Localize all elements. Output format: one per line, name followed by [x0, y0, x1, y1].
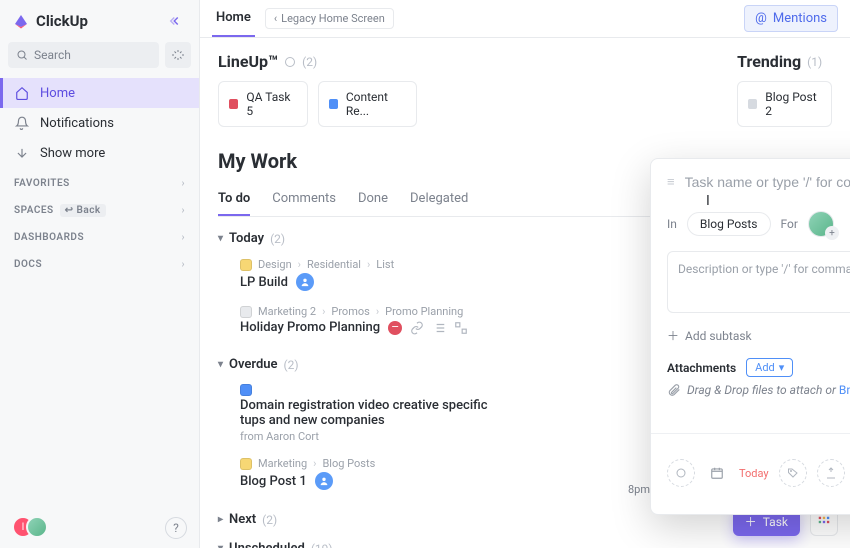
topbar: Home ‹ Legacy Home Screen @ Mentions — [200, 0, 850, 38]
chevron-down-icon: ▾ — [779, 361, 785, 374]
lineup-card[interactable]: QA Task 5 — [218, 81, 308, 127]
description-input[interactable]: Description or type '/' for commands — [667, 251, 850, 313]
group-unscheduled[interactable]: ▾Unscheduled (19) — [218, 541, 832, 548]
bell-icon — [14, 115, 30, 131]
main: Home ‹ Legacy Home Screen @ Mentions Lin… — [200, 0, 850, 548]
sidebar: ClickUp Search Home Notifications — [0, 0, 200, 548]
browse-link[interactable]: Browse — [839, 383, 850, 397]
help-button[interactable]: ? — [165, 517, 187, 539]
topbar-home-tab[interactable]: Home — [212, 0, 255, 37]
assignee-avatar[interactable]: + — [808, 211, 834, 237]
chevron-right-icon: › — [181, 259, 185, 270]
nav-show-more[interactable]: Show more — [0, 138, 199, 168]
drop-hint: Drag & Drop files to attach or Browse — [667, 383, 850, 397]
tag-picker[interactable] — [779, 459, 807, 487]
chevron-left-icon: ‹ — [274, 12, 277, 25]
chevron-right-icon: › — [181, 178, 185, 189]
tab-done[interactable]: Done — [358, 183, 388, 216]
today-label[interactable]: Today — [739, 467, 769, 480]
lineup-title: LineUp™ (2) — [218, 52, 417, 71]
plus-icon: ＋ — [667, 327, 679, 344]
nav-home[interactable]: Home — [0, 78, 199, 108]
in-label: In — [667, 217, 677, 231]
in-list-chip[interactable]: Blog Posts — [687, 212, 771, 236]
collapse-sidebar-button[interactable] — [165, 10, 187, 32]
tab-comments[interactable]: Comments — [272, 183, 336, 216]
grid-icon — [817, 515, 831, 529]
back-chip[interactable]: ↩ Back — [60, 204, 106, 217]
info-icon — [284, 56, 296, 68]
section-docs[interactable]: DOCS › — [0, 249, 199, 276]
search-input[interactable]: Search — [8, 42, 159, 68]
arrow-down-icon — [14, 145, 30, 161]
status-square — [329, 99, 338, 109]
brand-logo: ClickUp — [12, 12, 88, 30]
section-dashboards[interactable]: DASHBOARDS › — [0, 222, 199, 249]
status-square — [748, 99, 757, 109]
add-subtask-button[interactable]: ＋Add subtask — [667, 327, 752, 344]
at-icon: @ — [755, 11, 767, 26]
tab-todo[interactable]: To do — [218, 183, 250, 216]
trending-card[interactable]: Blog Post 2 — [737, 81, 832, 127]
paperclip-icon — [667, 383, 681, 397]
date-picker[interactable] — [705, 466, 729, 480]
home-icon — [14, 85, 30, 101]
plus-icon: ＋ — [745, 513, 757, 530]
tab-delegated[interactable]: Delegated — [410, 183, 468, 216]
priority-picker[interactable] — [817, 459, 845, 487]
lineup-card[interactable]: Content Re... — [318, 81, 417, 127]
add-attachment-button[interactable]: Add▾ — [746, 358, 793, 377]
assignee-pill — [315, 472, 333, 490]
magnifier-icon — [16, 49, 28, 61]
mentions-button[interactable]: @ Mentions — [744, 5, 838, 32]
task-name-input[interactable] — [685, 174, 850, 190]
user-avatar-stack[interactable]: I — [12, 516, 52, 540]
attachments-label: Attachments — [667, 361, 736, 375]
legacy-home-button[interactable]: ‹ Legacy Home Screen — [265, 8, 394, 29]
clickup-logo-icon — [12, 12, 30, 30]
avatar — [26, 516, 48, 538]
section-spaces[interactable]: SPACES↩ Back › — [0, 195, 199, 222]
list-icon — [432, 321, 446, 335]
nav-notifications[interactable]: Notifications — [0, 108, 199, 138]
section-favorites[interactable]: FAVORITES › — [0, 168, 199, 195]
trending-title: Trending (1) — [737, 52, 832, 71]
drag-handle-icon[interactable]: ≡ — [667, 174, 675, 190]
for-label: For — [781, 217, 798, 231]
chevron-right-icon: › — [181, 205, 185, 216]
status-picker[interactable] — [667, 459, 695, 487]
add-assignee-icon[interactable]: + — [825, 226, 839, 240]
calendar-time: 8pm — [628, 483, 650, 496]
text-cursor: I — [706, 193, 710, 209]
create-task-modal: ≡ I In Blog Posts For + 3/3▾ Description… — [650, 158, 850, 515]
link-icon — [410, 321, 424, 335]
blocked-icon: — — [388, 321, 402, 335]
status-square — [229, 99, 238, 109]
assignee-pill — [296, 273, 314, 291]
chevron-right-icon: › — [181, 232, 185, 243]
ai-button[interactable] — [165, 42, 191, 68]
subtask-icon — [454, 321, 468, 335]
